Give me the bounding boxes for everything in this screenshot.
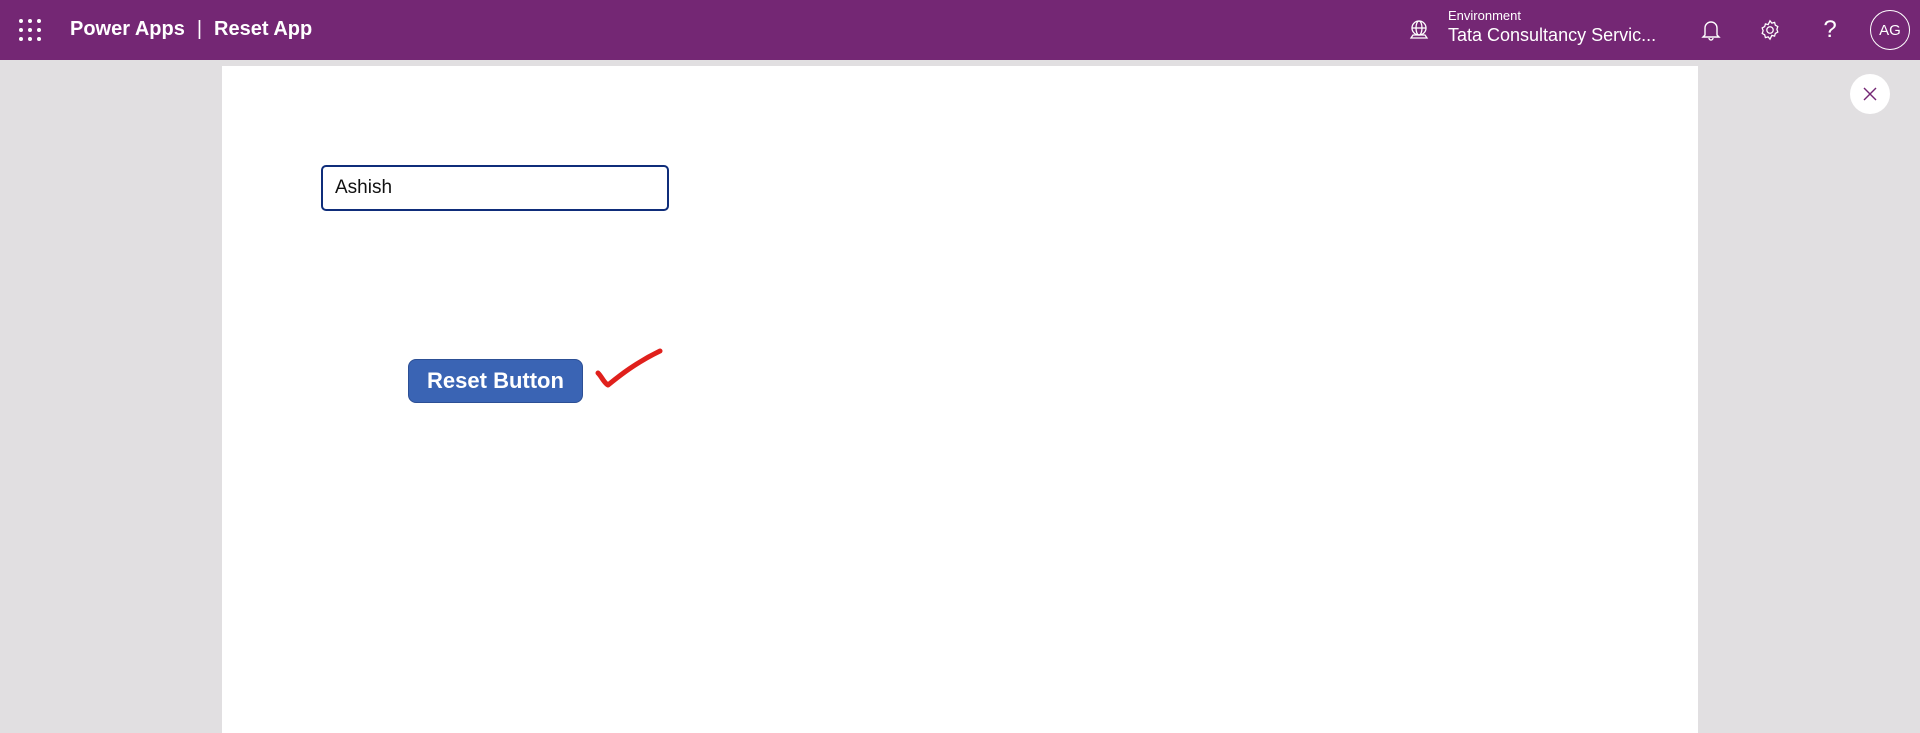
environment-label: Environment [1448, 8, 1521, 23]
environment-picker[interactable]: Tata Consultancy Servic... [1448, 25, 1656, 46]
gear-icon[interactable] [1756, 16, 1784, 44]
app-title-name: Reset App [214, 18, 313, 40]
close-icon [1863, 87, 1877, 101]
title-separator: | [196, 18, 203, 40]
checkmark-annotation-icon [595, 348, 663, 388]
app-title: Power Apps | Reset App [70, 18, 312, 41]
reset-button[interactable]: Reset Button [408, 359, 583, 403]
bell-icon[interactable] [1697, 16, 1725, 44]
help-icon[interactable]: ? [1816, 16, 1844, 44]
name-text-input[interactable] [321, 165, 669, 211]
waffle-icon[interactable] [19, 19, 41, 41]
app-name[interactable]: Power Apps [70, 18, 185, 40]
avatar[interactable]: AG [1870, 10, 1910, 50]
globe-icon[interactable] [1408, 19, 1430, 41]
close-button[interactable] [1850, 74, 1890, 114]
top-bar: Power Apps | Reset App Environment Tata Co… [0, 0, 1920, 60]
